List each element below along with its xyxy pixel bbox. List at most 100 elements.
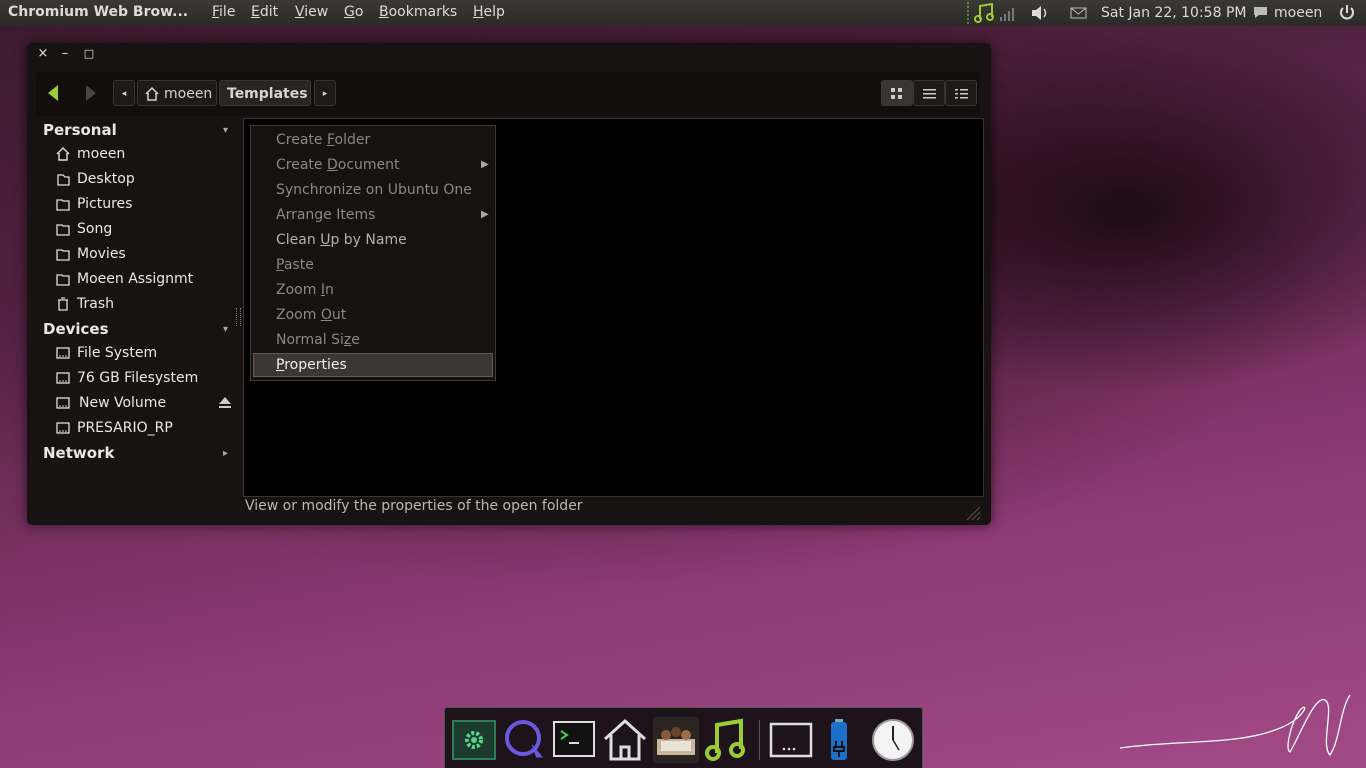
active-app-title: Chromium Web Brow... <box>8 4 189 20</box>
compact-list-icon <box>955 89 968 99</box>
submenu-arrow-icon: ▶ <box>481 159 489 170</box>
sidebar-item-label: Desktop <box>77 171 135 187</box>
username-label[interactable]: moeen <box>1274 5 1322 21</box>
sidebar-item-label: New Volume <box>79 395 167 411</box>
sidebar-item-label: 76 GB Filesystem <box>77 370 199 386</box>
menu-item-create-folder[interactable]: Create Folder <box>276 128 370 152</box>
breadcrumb-home[interactable]: moeen <box>137 80 217 106</box>
signature-watermark <box>1115 690 1355 764</box>
menu-view[interactable]: View <box>295 4 328 20</box>
menu-edit[interactable]: Edit <box>251 4 278 20</box>
sidebar-item-label: Song <box>77 221 113 237</box>
expand-network-icon[interactable]: ▸ <box>223 448 228 459</box>
home-folder-icon[interactable] <box>602 717 648 763</box>
terminal-icon[interactable] <box>551 717 597 763</box>
menu-item-zoom-out[interactable]: Zoom Out <box>276 303 346 327</box>
chat-status-icon[interactable] <box>1252 3 1270 27</box>
dock-separator <box>759 720 760 760</box>
clock-icon[interactable] <box>870 717 916 763</box>
breadcrumb-scroll-right[interactable]: ▸ <box>314 80 336 106</box>
icon-view-button[interactable] <box>881 80 913 106</box>
menu-help[interactable]: Help <box>473 4 505 20</box>
sidebar-item-movies[interactable]: Movies <box>55 243 126 265</box>
sidebar-item-pictures[interactable]: Pictures <box>55 193 132 215</box>
music-indicator-icon[interactable] <box>974 2 998 27</box>
sidebar-item-label: moeen <box>77 146 126 162</box>
grid-icon <box>891 88 902 99</box>
menu-item-clean-up-by-name[interactable]: Clean Up by Name <box>276 228 407 252</box>
network-signal-icon[interactable] <box>998 3 1020 27</box>
sidebar-item-moeen[interactable]: moeen <box>55 143 125 165</box>
menu-item-zoom-in[interactable]: Zoom In <box>276 278 334 302</box>
menu-item-normal-size[interactable]: Normal Size <box>276 328 360 352</box>
folder-icon <box>56 224 70 236</box>
menu-bookmarks[interactable]: Bookmarks <box>379 4 457 20</box>
submenu-arrow-icon: ▶ <box>481 209 489 220</box>
volume-icon[interactable] <box>1030 3 1050 27</box>
sidebar-heading-devices[interactable]: Devices <box>43 320 109 338</box>
menu-item-paste[interactable]: Paste <box>276 253 314 277</box>
breadcrumb-moeen-label: moeen <box>164 86 213 102</box>
dock <box>444 707 923 768</box>
maximize-button[interactable]: □ <box>81 46 97 62</box>
close-button[interactable]: × <box>35 46 51 62</box>
battery-icon[interactable] <box>819 717 865 763</box>
sidebar-item-label: PRESARIO_RP <box>77 420 173 436</box>
sidebar-item-76gb-filesystem[interactable]: 76 GB Filesystem <box>55 367 198 389</box>
mail-icon[interactable] <box>1069 3 1089 27</box>
folder-icon <box>56 199 70 211</box>
drive-icon <box>56 422 70 434</box>
forward-arrow-icon[interactable] <box>84 84 98 106</box>
breadcrumb-templates[interactable]: Templates <box>219 80 311 106</box>
sidebar-item-presario-rp[interactable]: PRESARIO_RP <box>55 417 173 439</box>
search-lens-icon[interactable] <box>502 717 548 763</box>
sidebar-item-label: Moeen Assignmt <box>77 271 194 287</box>
location-toolbar: ◂ moeen Templates ▸ <box>36 72 980 116</box>
sidebar-item-label: Pictures <box>77 196 133 212</box>
clock-text[interactable]: Sat Jan 22, 10:58 PM <box>1101 5 1246 21</box>
list-icon <box>923 89 936 99</box>
resize-grip-icon[interactable] <box>965 505 981 525</box>
settings-icon[interactable] <box>451 717 497 763</box>
indicator-separator <box>966 0 970 30</box>
drive-icon <box>56 347 70 359</box>
home-icon <box>145 86 159 101</box>
sidebar-item-desktop[interactable]: Desktop <box>55 168 135 190</box>
sidebar-resize-handle[interactable] <box>236 308 241 326</box>
menu-go[interactable]: Go <box>344 4 363 20</box>
menu-item-create-document[interactable]: Create Document <box>276 153 400 177</box>
sidebar-item-moeen-assignmt[interactable]: Moeen Assignmt <box>55 268 193 290</box>
music-icon[interactable] <box>704 717 750 763</box>
sidebar-item-label: File System <box>77 345 158 361</box>
screen-icon[interactable] <box>768 717 814 763</box>
file-manager-window: × – □ ◂ moeen Templates ▸ Personal ▾ moe… <box>27 43 991 525</box>
minimize-button[interactable]: – <box>57 46 73 62</box>
top-panel: Chromium Web Brow... File Edit View Go B… <box>0 0 1366 26</box>
sidebar-heading-personal[interactable]: Personal <box>43 121 117 139</box>
places-sidebar: Personal ▾ moeen Desktop Pictures Song M… <box>36 119 238 519</box>
compact-view-button[interactable] <box>945 80 977 106</box>
desktop-folder-icon <box>57 174 70 186</box>
status-bar-text: View or modify the properties of the ope… <box>245 498 583 514</box>
folder-icon <box>56 274 70 286</box>
sidebar-item-trash[interactable]: Trash <box>55 293 114 315</box>
menu-item-arrange-items[interactable]: Arrange Items <box>276 203 375 227</box>
collapse-personal-icon[interactable]: ▾ <box>223 125 228 136</box>
breadcrumb-scroll-left[interactable]: ◂ <box>113 80 135 106</box>
drive-icon <box>56 397 70 409</box>
sidebar-heading-network[interactable]: Network <box>43 444 114 462</box>
sidebar-item-song[interactable]: Song <box>55 218 112 240</box>
drive-icon <box>56 372 70 384</box>
collapse-devices-icon[interactable]: ▾ <box>223 324 228 335</box>
sidebar-item-new-volume[interactable]: New Volume <box>55 392 166 414</box>
list-view-button[interactable] <box>913 80 945 106</box>
menu-file[interactable]: File <box>212 4 235 20</box>
group-photo-icon[interactable] <box>653 717 699 763</box>
eject-icon[interactable] <box>218 396 232 414</box>
window-titlebar[interactable]: × – □ <box>27 43 991 67</box>
sidebar-item-file-system[interactable]: File System <box>55 342 157 364</box>
menu-item-synchronize-ubuntu-one[interactable]: Synchronize on Ubuntu One <box>276 178 472 202</box>
power-icon[interactable] <box>1338 3 1356 27</box>
back-arrow-icon[interactable] <box>46 84 60 106</box>
menu-item-properties[interactable]: Properties <box>276 353 347 377</box>
